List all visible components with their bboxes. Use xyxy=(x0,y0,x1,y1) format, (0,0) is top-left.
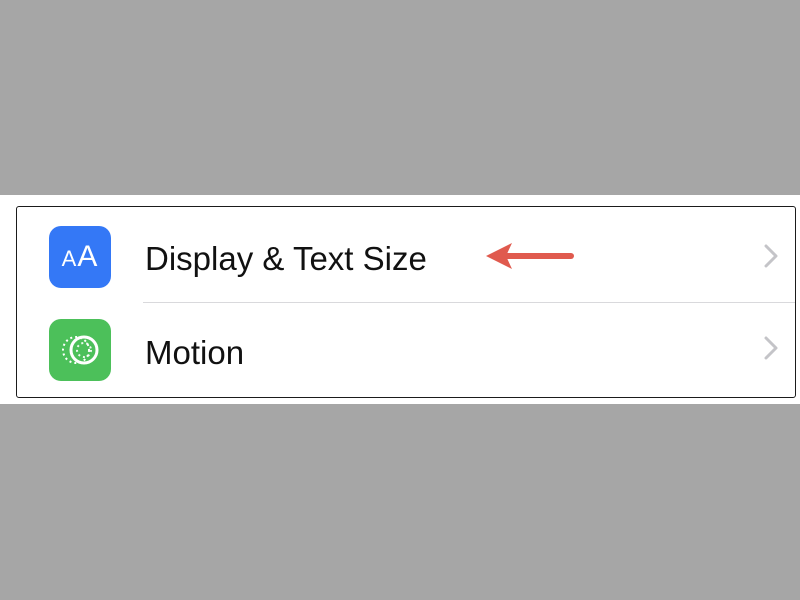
chevron-right-icon xyxy=(764,244,778,268)
display-text-size-label: Display & Text Size xyxy=(145,240,427,277)
display-text-size-row[interactable]: AA Display & Text Size xyxy=(17,207,795,301)
text-size-icon-big-a: A xyxy=(77,240,99,273)
text-size-icon-small-a: A xyxy=(61,246,78,271)
accessibility-settings-list: AA Display & Text Size Motion xyxy=(16,206,796,398)
text-size-icon: AA xyxy=(49,226,111,288)
motion-circles-icon xyxy=(62,335,99,365)
left-arrow-icon xyxy=(486,243,574,269)
chevron-right-icon xyxy=(764,336,778,360)
top-gray-band xyxy=(0,0,800,195)
motion-label: Motion xyxy=(145,334,245,371)
screenshot-stage: AA Display & Text Size Motion xyxy=(0,0,800,600)
motion-icon xyxy=(49,319,111,381)
bottom-gray-band xyxy=(0,404,800,600)
motion-row[interactable]: Motion xyxy=(17,303,795,397)
